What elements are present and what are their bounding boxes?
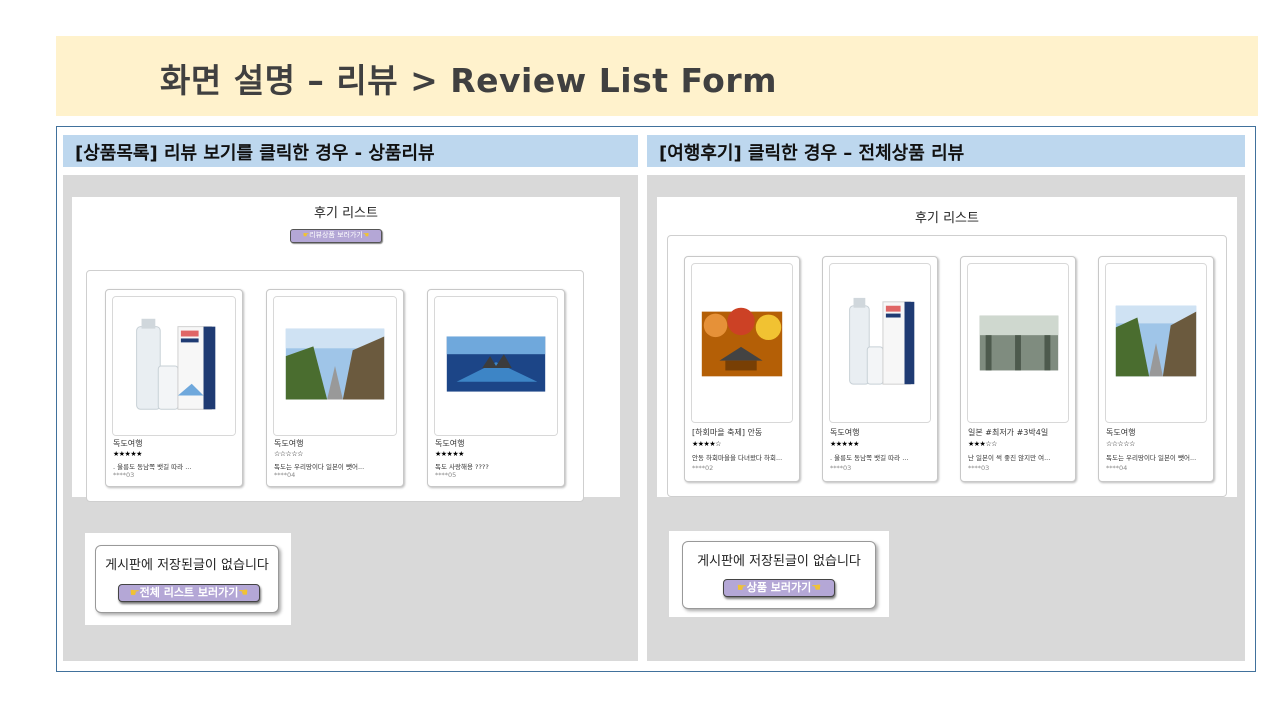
airport-terminal-photo (967, 263, 1069, 423)
card-excerpt: 독도는 우리땅이다 일본이 뺏어... (274, 463, 365, 471)
card-rating: ★★★★☆ (692, 440, 721, 448)
view-products-label: 상품 보러가기 (746, 581, 812, 594)
card-excerpt: 난 일본이 썩 좋진 않지만 여... (968, 454, 1051, 462)
right-panel-header: [여행후기] 클릭한 경우 – 전체상품 리뷰 (647, 135, 1245, 167)
content-frame: [상품목록] 리뷰 보기를 클릭한 경우 - 상품리뷰 후기 리스트 ☛리뷰상품… (56, 126, 1256, 672)
review-card[interactable]: 독도여행 ★★★★★ . 울릉도 동남쪽 뱃길 따라 ... ****03 (822, 256, 938, 482)
left-panel-header: [상품목록] 리뷰 보기를 클릭한 경우 - 상품리뷰 (63, 135, 638, 167)
view-review-product-button[interactable]: ☛리뷰상품 보러가기☚ (290, 229, 382, 243)
card-rating: ★★★★★ (830, 440, 859, 448)
card-author: ****05 (435, 471, 457, 479)
product-package-image (829, 263, 931, 423)
right-panel-body: 후기 리스트 [하회마을 축제] 안동 ★★★★☆ 안동 하회마을을 다녀왔다 … (647, 175, 1245, 661)
pointing-hand-icon: ☚ (811, 581, 822, 594)
right-empty-box: 게시판에 저장된글이 없습니다 ☛상품 보러가기☚ (682, 541, 876, 609)
pointing-hand-icon: ☚ (362, 231, 370, 239)
product-package-image (112, 296, 236, 436)
review-card[interactable]: [하회마을 축제] 안동 ★★★★☆ 안동 하회마을을 다녀왔다 하회... *… (684, 256, 800, 482)
card-title: 독도여행 (1106, 428, 1136, 437)
card-author: ****04 (1106, 464, 1128, 472)
card-author: ****03 (968, 464, 990, 472)
right-empty-state: 게시판에 저장된글이 없습니다 ☛상품 보러가기☚ (669, 531, 889, 617)
view-all-list-button[interactable]: ☛전체 리스트 보러가기☚ (118, 584, 260, 602)
right-screen-title: 후기 리스트 (915, 211, 979, 226)
review-card[interactable]: 독도여행 ☆☆☆☆☆ 독도는 우리땅이다 일본이 뺏어... ****04 (266, 289, 404, 487)
card-excerpt: . 울릉도 동남쪽 뱃길 따라 ... (113, 463, 192, 471)
right-review-screen: 후기 리스트 [하회마을 축제] 안동 ★★★★☆ 안동 하회마을을 다녀왔다 … (657, 197, 1237, 497)
slide-title: 화면 설명 – 리뷰 > Review List Form (160, 61, 778, 100)
left-empty-state: 게시판에 저장된글이 없습니다 ☛전체 리스트 보러가기☚ (85, 533, 291, 625)
view-review-product-label: 리뷰상품 보러가기 (309, 231, 363, 239)
dokdo-island-photo (434, 296, 558, 436)
left-empty-box: 게시판에 저장된글이 없습니다 ☛전체 리스트 보러가기☚ (95, 545, 279, 613)
card-excerpt: . 울릉도 동남쪽 뱃길 따라 ... (830, 454, 909, 462)
pointing-hand-icon: ☛ (129, 586, 140, 599)
view-products-button[interactable]: ☛상품 보러가기☚ (723, 579, 835, 597)
review-card[interactable]: 독도여행 ★★★★★ 독도 사랑해용 ???? ****05 (427, 289, 565, 487)
card-title: 일본 #최저가 #3박4일 (968, 428, 1049, 437)
autumn-village-photo (691, 263, 793, 423)
card-author: ****03 (830, 464, 852, 472)
card-excerpt: 독도 사랑해용 ???? (435, 463, 489, 471)
coastal-stairs-photo (1105, 263, 1207, 423)
right-review-list: [하회마을 축제] 안동 ★★★★☆ 안동 하회마을을 다녀왔다 하회... *… (667, 235, 1227, 497)
card-author: ****03 (113, 471, 135, 479)
left-empty-message: 게시판에 저장된글이 없습니다 (105, 558, 269, 573)
left-screen-title: 후기 리스트 (314, 206, 378, 221)
card-rating: ★★★☆☆ (968, 440, 997, 448)
card-rating: ★★★★★ (113, 450, 142, 458)
card-author: ****02 (692, 464, 714, 472)
card-title: 독도여행 (274, 439, 304, 448)
card-excerpt: 안동 하회마을을 다녀왔다 하회... (692, 454, 783, 462)
pointing-hand-icon: ☛ (736, 581, 747, 594)
card-rating: ☆☆☆☆☆ (274, 450, 303, 458)
left-review-list: 독도여행 ★★★★★ . 울릉도 동남쪽 뱃길 따라 ... ****03 독도… (86, 270, 584, 502)
card-title: 독도여행 (435, 439, 465, 448)
view-all-list-label: 전체 리스트 보러가기 (139, 586, 239, 599)
review-card[interactable]: 독도여행 ☆☆☆☆☆ 독도는 우리땅이다 일본이 뺏어... ****04 (1098, 256, 1214, 482)
left-review-screen: 후기 리스트 ☛리뷰상품 보러가기☚ 독도여행 ★★★★★ . 울릉도 동남쪽 … (72, 197, 620, 502)
left-panel-body: 후기 리스트 ☛리뷰상품 보러가기☚ 독도여행 ★★★★★ . 울릉도 동남쪽 … (63, 175, 638, 661)
card-title: 독도여행 (830, 428, 860, 437)
review-card[interactable]: 독도여행 ★★★★★ . 울릉도 동남쪽 뱃길 따라 ... ****03 (105, 289, 243, 487)
review-card[interactable]: 일본 #최저가 #3박4일 ★★★☆☆ 난 일본이 썩 좋진 않지만 여... … (960, 256, 1076, 482)
pointing-hand-icon: ☚ (238, 586, 249, 599)
right-empty-message: 게시판에 저장된글이 없습니다 (697, 554, 861, 569)
slide: 화면 설명 – 리뷰 > Review List Form [상품목록] 리뷰 … (0, 0, 1280, 720)
card-rating: ☆☆☆☆☆ (1106, 440, 1135, 448)
card-title: [하회마을 축제] 안동 (692, 428, 763, 437)
card-excerpt: 독도는 우리땅이다 일본이 뺏어... (1106, 454, 1197, 462)
card-author: ****04 (274, 471, 296, 479)
coastal-stairs-photo (273, 296, 397, 436)
card-rating: ★★★★★ (435, 450, 464, 458)
title-band: 화면 설명 – 리뷰 > Review List Form (56, 36, 1258, 116)
card-title: 독도여행 (113, 439, 143, 448)
